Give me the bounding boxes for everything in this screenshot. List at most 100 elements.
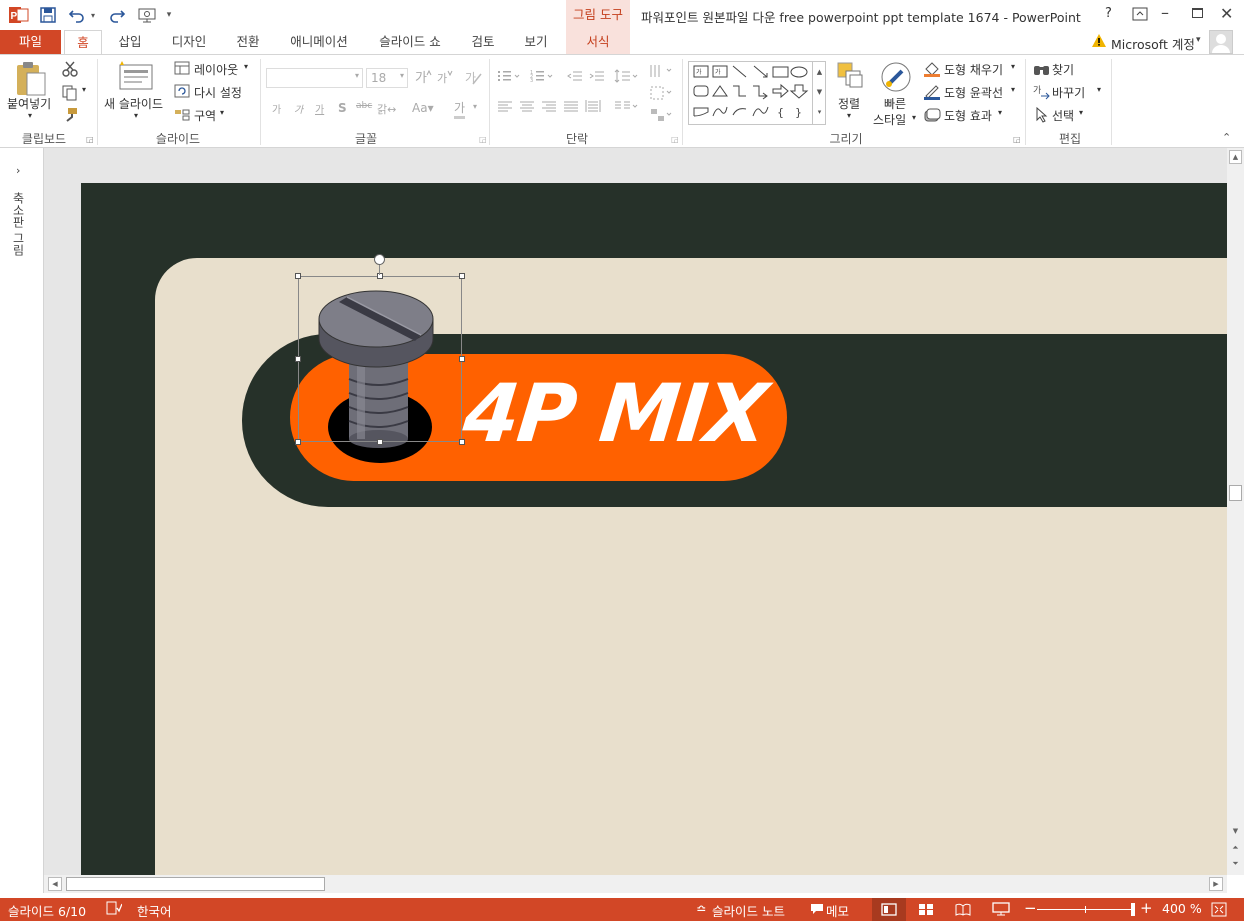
layout-dropdown-icon[interactable]: ▾ (244, 62, 248, 71)
scroll-right-icon[interactable]: ▶ (1209, 877, 1223, 891)
zoom-out-icon[interactable]: − (1024, 899, 1037, 917)
shape-outline-dropdown-icon[interactable]: ▾ (1011, 85, 1015, 94)
reading-view-icon[interactable] (955, 903, 971, 919)
copy-icon[interactable] (62, 85, 78, 104)
resize-handle[interactable] (377, 439, 383, 445)
resize-handle[interactable] (295, 273, 301, 279)
tab-animations[interactable]: 애니메이션 (280, 30, 358, 54)
increase-font-icon[interactable]: 가 (414, 69, 432, 88)
account-button[interactable]: Microsoft 계정 (1111, 34, 1195, 53)
distributed-icon[interactable] (585, 99, 601, 116)
layout-button[interactable]: 레이아웃 (194, 61, 238, 78)
tab-home[interactable]: 홈 (64, 30, 102, 55)
resize-handle[interactable] (459, 356, 465, 362)
font-color-dropdown-icon[interactable]: ▾ (473, 102, 477, 111)
change-case-icon[interactable]: Aa▾ (412, 101, 434, 115)
quick-styles-label-1[interactable]: 빠른 (884, 95, 906, 112)
next-slide-icon[interactable]: ⏷ (1229, 857, 1242, 871)
paste-dropdown-icon[interactable]: ▾ (28, 111, 32, 120)
decrease-indent-icon[interactable] (567, 69, 583, 86)
align-left-icon[interactable] (497, 101, 513, 116)
zoom-in-icon[interactable]: + (1140, 899, 1153, 917)
tab-transitions[interactable]: 전환 (226, 30, 270, 54)
tab-view[interactable]: 보기 (514, 30, 558, 54)
shape-effects-dropdown-icon[interactable]: ▾ (998, 108, 1002, 117)
text-direction-icon[interactable] (649, 63, 675, 82)
italic-icon[interactable]: 가 (294, 101, 303, 116)
align-right-icon[interactable] (541, 101, 557, 116)
spellcheck-icon[interactable] (106, 901, 123, 918)
shape-fill-button[interactable]: 도형 채우기 (944, 61, 1003, 78)
shadow-icon[interactable]: S (338, 101, 347, 115)
resize-handle[interactable] (377, 273, 383, 279)
drawing-launcher-icon[interactable]: ◲ (1013, 135, 1021, 144)
notes-icon[interactable]: ≏ (696, 901, 706, 916)
smartart-icon[interactable] (649, 107, 675, 126)
cut-icon[interactable] (62, 61, 78, 80)
tab-file[interactable]: 파일 (0, 30, 61, 54)
shapes-gallery[interactable]: 가 가 { } ▲ ▼ ▾ (688, 61, 826, 125)
underline-icon[interactable]: 가 (315, 101, 324, 116)
shapes-gallery-scroll[interactable]: ▲ ▼ ▾ (812, 62, 826, 124)
char-spacing-icon[interactable]: 갉↔ (377, 101, 396, 117)
bullets-icon[interactable] (497, 69, 523, 86)
strikethrough-icon[interactable]: abc (356, 101, 372, 111)
resize-handle[interactable] (459, 439, 465, 445)
paste-button[interactable]: 붙여넣기 (7, 95, 51, 112)
minimize-icon[interactable]: – (1161, 3, 1169, 22)
notes-button[interactable]: 슬라이드 노트 (712, 901, 785, 920)
scroll-left-icon[interactable]: ◀ (48, 877, 62, 891)
expand-thumbnails-icon[interactable]: › (16, 164, 20, 177)
arrange-button[interactable]: 정렬 (838, 95, 860, 112)
copy-dropdown-icon[interactable]: ▾ (82, 85, 86, 94)
new-slide-button[interactable]: 새 슬라이드 (104, 95, 163, 112)
fit-to-window-icon[interactable] (1211, 902, 1227, 920)
rotation-handle-icon[interactable] (374, 254, 385, 265)
zoom-slider-thumb[interactable] (1131, 903, 1135, 916)
tab-format[interactable]: 서식 (566, 30, 630, 54)
font-name-combo[interactable]: ▾ (266, 68, 363, 88)
slide[interactable]: 4P MIX (81, 183, 1227, 875)
resize-handle[interactable] (295, 356, 301, 362)
align-center-icon[interactable] (519, 101, 535, 116)
format-painter-icon[interactable] (62, 107, 78, 126)
account-dropdown-icon[interactable]: ▾ (1196, 35, 1201, 45)
undo-dropdown-icon[interactable]: ▾ (88, 5, 98, 25)
gallery-more-icon[interactable]: ▾ (813, 102, 826, 122)
line-spacing-icon[interactable] (614, 69, 640, 86)
arrange-icon[interactable] (836, 61, 866, 94)
font-size-combo[interactable]: 18 ▾ (366, 68, 408, 88)
quick-styles-label-2[interactable]: 스타일 (873, 111, 906, 128)
new-slide-dropdown-icon[interactable]: ▾ (134, 111, 138, 120)
bold-icon[interactable]: 가 (272, 101, 281, 116)
decrease-font-icon[interactable]: 가 (436, 69, 454, 88)
zoom-slider-track[interactable] (1037, 909, 1135, 910)
collapse-ribbon-icon[interactable]: ⌃ (1222, 131, 1231, 144)
justify-icon[interactable] (563, 101, 579, 116)
paragraph-launcher-icon[interactable]: ◲ (671, 135, 679, 144)
font-color-icon[interactable]: 가 (454, 99, 466, 119)
quick-styles-icon[interactable] (880, 61, 912, 96)
slideshow-view-icon[interactable] (992, 902, 1010, 919)
font-name-dropdown-icon[interactable]: ▾ (355, 71, 359, 80)
redo-icon[interactable] (106, 5, 128, 25)
horizontal-scrollbar[interactable]: ◀ ▶ (44, 875, 1227, 893)
slideshow-start-icon[interactable] (136, 5, 158, 25)
tab-slideshow[interactable]: 슬라이드 쇼 (368, 30, 452, 54)
zoom-level[interactable]: 400 % (1162, 901, 1202, 916)
horizontal-scroll-thumb[interactable] (66, 877, 325, 891)
select-dropdown-icon[interactable]: ▾ (1079, 108, 1083, 117)
avatar[interactable] (1209, 30, 1233, 54)
maximize-icon[interactable] (1192, 8, 1203, 18)
tab-design[interactable]: 디자인 (162, 30, 216, 54)
ribbon-display-options-icon[interactable] (1132, 7, 1148, 24)
shape-effects-button[interactable]: 도형 효과 (944, 107, 992, 124)
reset-button[interactable]: 다시 설정 (194, 84, 242, 101)
clear-formatting-icon[interactable]: 가 (464, 69, 482, 88)
comments-icon[interactable] (810, 903, 824, 918)
increase-indent-icon[interactable] (589, 69, 605, 86)
gallery-down-icon[interactable]: ▼ (813, 82, 826, 102)
quick-styles-dropdown-icon[interactable]: ▾ (912, 113, 916, 122)
slide-sorter-icon[interactable] (918, 903, 934, 919)
arrange-dropdown-icon[interactable]: ▾ (847, 111, 851, 120)
